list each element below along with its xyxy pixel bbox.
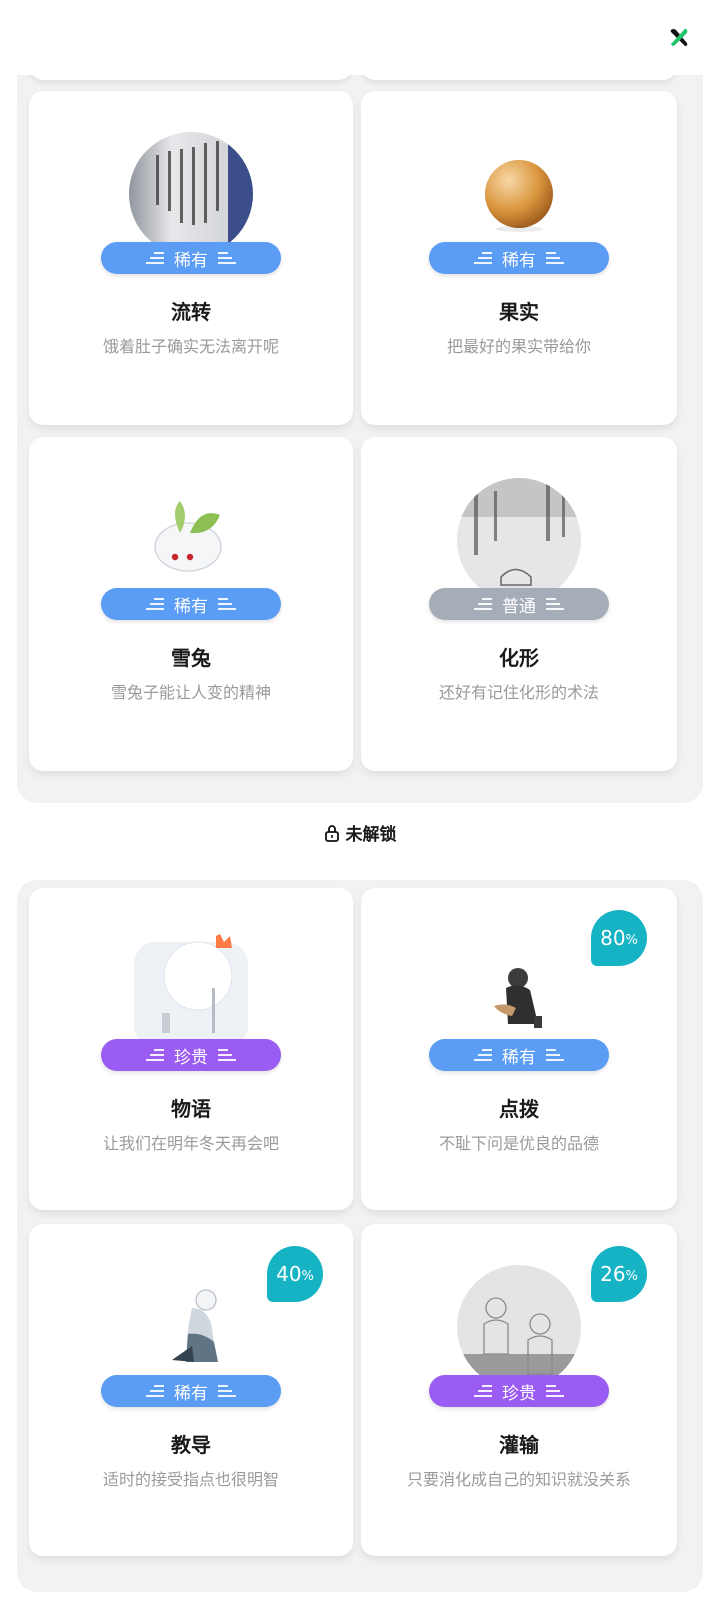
stripes-decoration xyxy=(546,1384,564,1398)
snowy-tree-icon xyxy=(134,934,248,1048)
rarity-badge: 普通 xyxy=(429,588,609,620)
card[interactable]: 稀有 雪兔 雪兔子能让人变的精神 xyxy=(29,437,353,771)
locked-section-header: 未解锁 xyxy=(0,820,720,845)
card-description: 不耻下问是优良的品德 xyxy=(438,1134,599,1153)
rarity-badge: 稀有 xyxy=(429,242,609,274)
rarity-label: 珍贵 xyxy=(174,1047,208,1068)
rarity-label: 珍贵 xyxy=(502,1383,536,1404)
stripes-decoration xyxy=(146,251,164,265)
card-title: 灌输 xyxy=(499,1433,539,1457)
progress-value: 26 xyxy=(600,1262,626,1286)
stripes-decoration xyxy=(146,1048,164,1062)
progress-value: 40 xyxy=(276,1262,302,1286)
card[interactable]: 普通 化形 还好有记住化形的术法 xyxy=(361,437,677,771)
lock-icon xyxy=(324,824,339,842)
locked-panel: 珍贵 物语 让我们在明年冬天再会吧 80% 稀有 点拨 不耻下问是优良的品德 4… xyxy=(17,880,703,1592)
card-description: 饿着肚子确实无法离开呢 xyxy=(102,337,279,356)
stripes-decoration xyxy=(546,597,564,611)
rarity-badge: 稀有 xyxy=(101,588,281,620)
stripes-decoration xyxy=(474,251,492,265)
stripes-decoration xyxy=(474,597,492,611)
progress-bubble: 80% xyxy=(591,910,647,966)
card[interactable]: 40% 稀有 教导 适时的接受指点也很明智 xyxy=(29,1224,353,1556)
card-title: 点拨 xyxy=(499,1097,539,1121)
snow-bunny-icon xyxy=(154,501,222,572)
stripes-decoration xyxy=(474,1384,492,1398)
card[interactable]: 稀有 流转 饿着肚子确实无法离开呢 xyxy=(29,91,353,425)
stripes-decoration xyxy=(218,597,236,611)
kneeling-figure-icon xyxy=(172,1289,218,1362)
card-title: 教导 xyxy=(171,1433,211,1457)
card[interactable]: 26% 珍贵 灌输 只要消化成自己的知识就没关系 xyxy=(361,1224,677,1556)
stripes-decoration xyxy=(218,1384,236,1398)
percent-sign: % xyxy=(625,932,638,948)
card-description: 还好有记住化形的术法 xyxy=(438,683,599,702)
card-description: 让我们在明年冬天再会吧 xyxy=(102,1134,279,1153)
rarity-label: 稀有 xyxy=(174,1383,208,1404)
rarity-badge: 稀有 xyxy=(429,1039,609,1071)
section-title: 未解锁 xyxy=(345,825,397,845)
handwritten-poem-scroll-icon xyxy=(129,132,253,256)
stripes-decoration xyxy=(218,251,236,265)
rarity-label: 稀有 xyxy=(502,250,536,271)
rarity-label: 稀有 xyxy=(502,1047,536,1068)
close-icon[interactable] xyxy=(668,26,690,48)
rarity-label: 稀有 xyxy=(174,596,208,617)
card-title: 物语 xyxy=(171,1097,211,1121)
rarity-label: 稀有 xyxy=(174,250,208,271)
stripes-decoration xyxy=(546,251,564,265)
sketch-figures-icon xyxy=(457,1265,581,1389)
unlocked-panel: 稀有 流转 饿着肚子确实无法离开呢 稀有 果实 把最好的果实带给你 稀有 雪兔 … xyxy=(17,40,703,803)
card-description: 雪兔子能让人变的精神 xyxy=(110,683,271,702)
rarity-label: 普通 xyxy=(502,596,536,617)
rarity-badge: 珍贵 xyxy=(101,1039,281,1071)
misty-forest-icon xyxy=(457,478,581,602)
stripes-decoration xyxy=(146,597,164,611)
card-description: 把最好的果实带给你 xyxy=(446,337,591,356)
progress-bubble: 26% xyxy=(591,1246,647,1302)
stripes-decoration xyxy=(146,1384,164,1398)
sitting-figure-icon xyxy=(494,968,542,1028)
progress-value: 80 xyxy=(600,926,626,950)
card-description: 只要消化成自己的知识就没关系 xyxy=(406,1470,631,1489)
progress-bubble: 40% xyxy=(267,1246,323,1302)
rarity-badge: 稀有 xyxy=(101,1375,281,1407)
card-title: 雪兔 xyxy=(171,646,211,670)
card[interactable]: 80% 稀有 点拨 不耻下问是优良的品德 xyxy=(361,888,677,1210)
card-title: 果实 xyxy=(499,300,539,324)
card[interactable]: 珍贵 物语 让我们在明年冬天再会吧 xyxy=(29,888,353,1210)
stripes-decoration xyxy=(474,1048,492,1062)
rarity-badge: 珍贵 xyxy=(429,1375,609,1407)
rarity-badge: 稀有 xyxy=(101,242,281,274)
percent-sign: % xyxy=(301,1268,314,1284)
percent-sign: % xyxy=(625,1268,638,1284)
orange-fruit-icon xyxy=(485,160,553,232)
card-title: 化形 xyxy=(499,646,539,670)
stripes-decoration xyxy=(218,1048,236,1062)
card-description: 适时的接受指点也很明智 xyxy=(102,1470,279,1489)
top-bar xyxy=(0,0,720,75)
card[interactable]: 稀有 果实 把最好的果实带给你 xyxy=(361,91,677,425)
stripes-decoration xyxy=(546,1048,564,1062)
card-title: 流转 xyxy=(171,300,211,324)
